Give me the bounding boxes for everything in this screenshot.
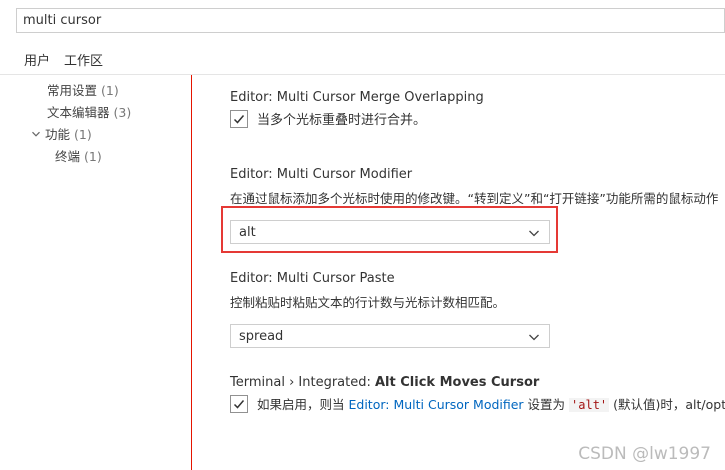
toc-item-label: 常用设置 xyxy=(47,83,98,98)
watermark-text: CSDN @lw1997 xyxy=(578,444,711,464)
toc-item-count: (1) xyxy=(84,149,102,164)
toc-item-features[interactable]: 功能 (1) xyxy=(31,124,92,143)
setting-title: Editor: Multi Cursor Merge Overlapping xyxy=(230,90,484,105)
settings-search-box[interactable] xyxy=(16,8,725,33)
settings-search-input[interactable] xyxy=(17,9,724,32)
toc-item-count: (1) xyxy=(74,127,92,142)
setting-title: Editor: Multi Cursor Paste xyxy=(230,271,395,286)
toc-item-terminal[interactable]: 终端 (1) xyxy=(55,146,102,165)
tab-user[interactable]: 用户 xyxy=(24,50,50,69)
tab-workspace[interactable]: 工作区 xyxy=(64,50,103,69)
highlight-annotation-box xyxy=(221,206,558,253)
setting-title: Editor: Multi Cursor Modifier xyxy=(230,167,413,182)
setting-title-category: Terminal › Integrated: xyxy=(230,375,375,390)
setting-title: Terminal › Integrated: Alt Click Moves C… xyxy=(230,375,725,390)
alt-click-moves-cursor-checkbox[interactable] xyxy=(230,394,248,413)
toc-item-label: 功能 xyxy=(45,127,71,142)
settings-scope-tabs: 用户 工作区 xyxy=(24,50,103,69)
toc-item-count: (1) xyxy=(101,83,119,98)
checkmark-icon xyxy=(233,114,245,124)
desc-text: 设置为 xyxy=(523,397,570,412)
setting-title-name: Alt Click Moves Cursor xyxy=(375,375,540,390)
multi-cursor-paste-select[interactable]: spread xyxy=(230,324,550,348)
desc-text: 如果启用，则当 xyxy=(257,397,349,412)
toc-item-commonly-used[interactable]: 常用设置 (1) xyxy=(47,80,119,99)
setting-description: 控制粘贴时粘贴文本的行计数与光标计数相匹配。 xyxy=(230,295,506,310)
setting-link[interactable]: Editor: Multi Cursor Modifier xyxy=(348,397,523,412)
toc-item-count: (3) xyxy=(113,105,132,120)
setting-description: 在通过鼠标添加多个光标时使用的修改键。“转到定义”和“打开链接”功能所需的鼠标动… xyxy=(230,191,719,206)
checkbox-label: 当多个光标重叠时进行合并。 xyxy=(257,113,427,128)
checkbox-row: 当多个光标重叠时进行合并。 xyxy=(230,109,484,128)
setting-terminal-alt-click-moves-cursor: Terminal › Integrated: Alt Click Moves C… xyxy=(230,375,725,413)
code-value: 'alt' xyxy=(569,398,610,412)
panel-sash[interactable] xyxy=(191,75,192,470)
desc-text: (默认值)时，alt/option xyxy=(613,397,725,412)
merge-overlapping-checkbox[interactable] xyxy=(230,109,248,128)
setting-multi-cursor-paste: Editor: Multi Cursor Paste 控制粘贴时粘贴文本的行计数… xyxy=(230,271,550,348)
tabs-divider xyxy=(0,74,725,75)
chevron-down-icon xyxy=(529,334,539,341)
toc-item-label: 文本编辑器 xyxy=(47,105,110,120)
select-value: spread xyxy=(239,329,284,344)
toc-item-text-editor[interactable]: 文本编辑器 (3) xyxy=(47,102,131,121)
toc-item-label: 终端 xyxy=(55,149,81,164)
checkbox-label: 如果启用，则当 Editor: Multi Cursor Modifier 设置… xyxy=(257,394,725,413)
checkbox-row: 如果启用，则当 Editor: Multi Cursor Modifier 设置… xyxy=(230,394,725,413)
setting-multi-cursor-merge-overlapping: Editor: Multi Cursor Merge Overlapping 当… xyxy=(230,90,484,128)
chevron-down-icon xyxy=(31,129,41,142)
checkmark-icon xyxy=(233,399,245,409)
